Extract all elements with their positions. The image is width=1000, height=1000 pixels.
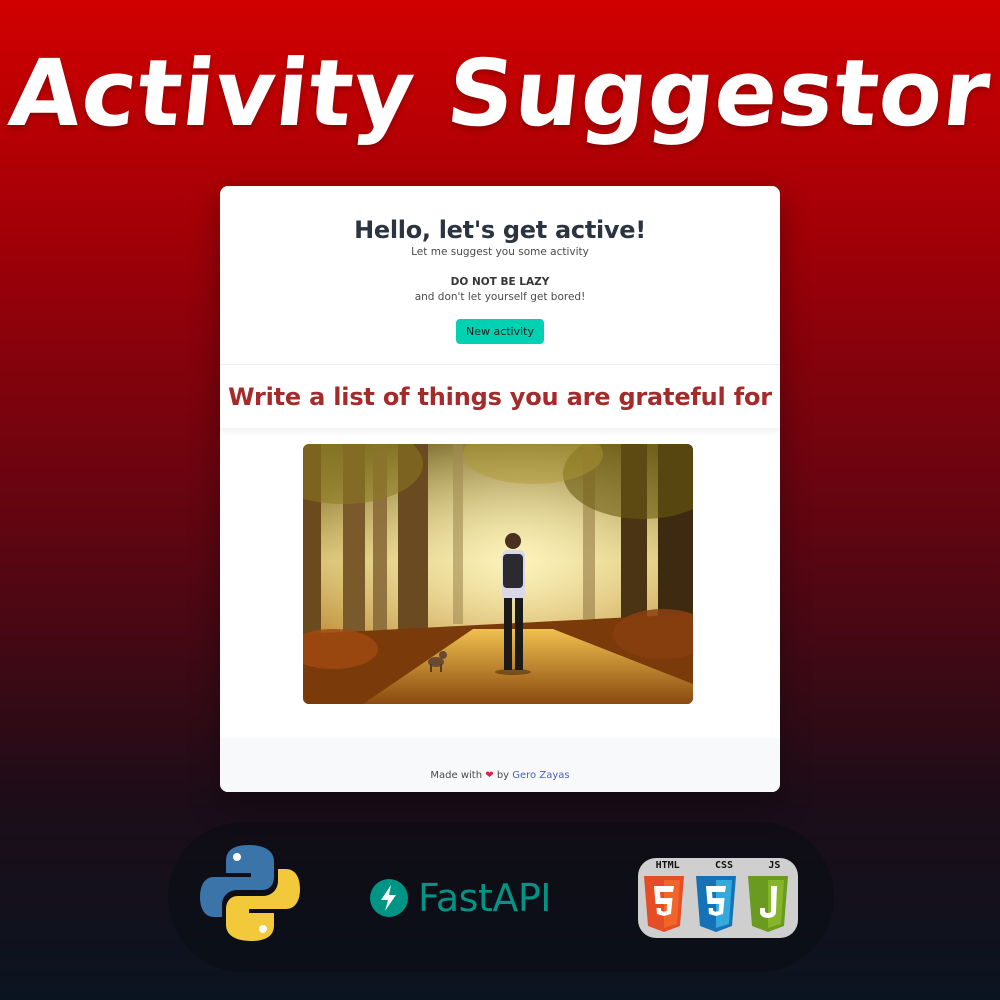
fastapi-icon xyxy=(370,879,408,917)
fastapi-label: FastAPI xyxy=(418,876,551,920)
css3-shield-icon xyxy=(696,876,736,932)
html5-shield-icon xyxy=(644,876,684,932)
activity-image xyxy=(303,444,693,704)
author-link[interactable]: Gero Zayas xyxy=(512,770,569,781)
activity-section: Write a list of things you are grateful … xyxy=(220,364,780,428)
image-section xyxy=(220,428,780,738)
hero-section: Hello, let's get active! Let me suggest … xyxy=(220,186,780,364)
js-shield-icon xyxy=(748,876,788,932)
footer: Made with ❤ by Gero Zayas xyxy=(220,738,780,792)
activity-text: Write a list of things you are grateful … xyxy=(228,382,772,411)
tagline-text: and don't let yourself get bored! xyxy=(414,291,586,303)
emphasis-text: DO NOT BE LAZY xyxy=(450,276,550,288)
app-card: Hello, let's get active! Let me suggest … xyxy=(220,186,780,792)
heart-icon: ❤ xyxy=(485,770,494,781)
footer-by: by xyxy=(496,770,510,781)
banner-title: Activity Suggestor xyxy=(4,40,996,147)
new-activity-button[interactable]: New activity xyxy=(455,319,545,344)
html-css-js-badge: HTML CSS JS xyxy=(638,858,798,938)
page-title: Hello, let's get active! xyxy=(354,216,646,244)
fastapi-logo: FastAPI xyxy=(370,876,551,920)
page-subtitle: Let me suggest you some activity xyxy=(411,246,589,258)
python-logo-icon xyxy=(200,843,300,943)
footer-prefix: Made with xyxy=(430,770,483,781)
